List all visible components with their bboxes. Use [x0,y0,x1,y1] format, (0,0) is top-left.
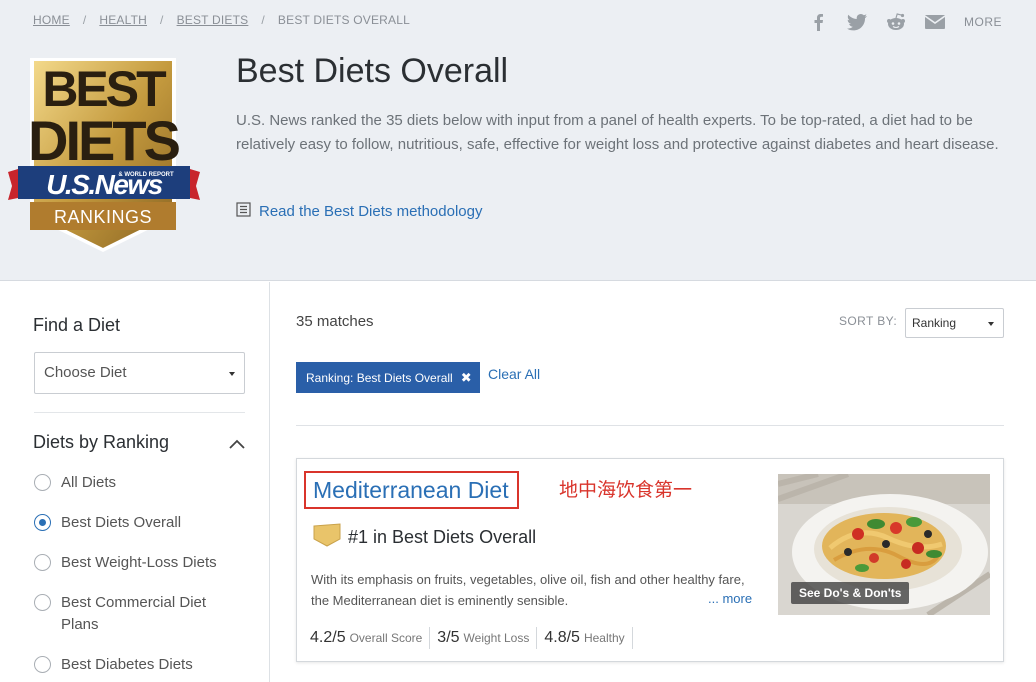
best-diets-badge: BEST DIETS U.S.News & WORLD REPORT RANKI… [8,56,200,256]
badge-diets-text: DIETS [28,109,180,172]
sort-by-label: SORT BY: [839,314,898,328]
methodology-link[interactable]: Read the Best Diets methodology [236,202,482,221]
ranking-option-label: Best Diets Overall [61,514,182,531]
choose-diet-select[interactable]: Choose Diet [34,352,245,394]
radio-button[interactable] [34,594,51,611]
score-value: 4.8/5 [544,629,580,646]
breadcrumb: HOME / HEALTH / BEST DIETS / BEST DIETS … [33,13,410,27]
choose-diet-value: Choose Diet [44,364,127,381]
score-value: 3/5 [437,629,460,646]
diet-rank: #1 in Best Diets Overall [313,523,536,552]
breadcrumb-current: BEST DIETS OVERALL [277,13,410,27]
score-label: Weight Loss [463,631,530,645]
more-link[interactable]: ... more [708,591,752,606]
rank-badge-icon [313,523,341,552]
methodology-link-label[interactable]: Read the Best Diets methodology [259,203,482,220]
ranking-section-title[interactable]: Diets by Ranking [33,432,169,453]
breadcrumb-health[interactable]: HEALTH [99,13,147,27]
page-header: HOME / HEALTH / BEST DIETS / BEST DIETS … [0,0,1036,281]
score-weight-loss: 3/5 Weight Loss [430,627,538,649]
caret-down-icon [229,372,235,376]
score-label: Healthy [583,631,625,645]
badge-rankings-text: RANKINGS [54,207,152,227]
ranking-option-label: All Diets [61,474,117,491]
sort-select[interactable]: Ranking [905,308,1004,338]
close-icon[interactable]: ✖ [461,370,472,386]
document-icon [236,202,251,221]
page-title: Best Diets Overall [236,52,509,90]
reddit-icon[interactable] [886,12,906,32]
radio-button-selected[interactable] [34,514,51,531]
ranking-options: All Diets Best Diets Overall Best Weight… [34,472,254,682]
breadcrumb-best-diets[interactable]: BEST DIETS [177,13,249,27]
badge-brand-sub: & WORLD REPORT [118,172,174,178]
results-count-number: 35 [296,313,313,330]
caret-down-icon [988,322,994,326]
email-icon[interactable] [925,12,945,32]
diet-rank-text: #1 in Best Diets Overall [348,527,537,547]
chevron-up-icon[interactable] [229,436,245,454]
results-count-suffix: matches [316,313,374,330]
breadcrumb-separator: / [261,13,265,27]
share-more-link[interactable]: MORE [964,15,1002,29]
sort-select-value: Ranking [912,316,957,330]
score-label: Overall Score [349,631,423,645]
radio-button[interactable] [34,474,51,491]
annotation-text: 地中海饮食第一 [559,480,693,501]
ranking-option-label: Best Diabetes Diets [61,656,193,673]
breadcrumb-home[interactable]: HOME [33,13,70,27]
facebook-icon[interactable] [808,12,828,32]
find-diet-title: Find a Diet [33,315,121,335]
score-row: 4.2/5 Overall Score 3/5 Weight Loss 4.8/… [303,627,633,649]
clear-all-link[interactable]: Clear All [488,366,540,382]
diet-description: With its emphasis on fruits, vegetables,… [311,572,745,608]
ranking-option-weight-loss[interactable]: Best Weight-Loss Diets [34,552,254,574]
twitter-icon[interactable] [847,12,867,32]
filter-chip-label: Ranking: Best Diets Overall [306,370,453,385]
ranking-option-diabetes[interactable]: Best Diabetes Diets [34,654,254,676]
divider [34,412,245,413]
score-overall: 4.2/5 Overall Score [303,627,431,649]
breadcrumb-separator: / [160,13,164,27]
breadcrumb-separator: / [82,13,87,27]
page-intro: U.S. News ranked the 35 diets below with… [236,112,999,153]
score-value: 4.2/5 [310,629,346,646]
score-healthy: 4.8/5 Healthy [537,627,633,649]
diet-photo[interactable]: See Do's & Don'ts [778,474,990,615]
sidebar: Find a Diet Choose Diet Diets by Ranking… [0,282,270,682]
ranking-option-label: Best Commercial Diet Plans [61,594,207,633]
radio-button[interactable] [34,554,51,571]
see-dos-donts-button[interactable]: See Do's & Don'ts [791,582,910,604]
active-filter-chip[interactable]: Ranking: Best Diets Overall ✖ [296,362,480,393]
diet-card: Mediterranean Diet 地中海饮食第一 #1 in Best Di… [296,458,1004,662]
ranking-option-label: Best Weight-Loss Diets [61,554,217,571]
results-count: 35 matches [296,313,374,330]
share-bar: MORE [808,12,1002,32]
diet-name-link[interactable]: Mediterranean Diet [304,471,519,509]
ranking-option-all-diets[interactable]: All Diets [34,472,254,494]
radio-button[interactable] [34,656,51,673]
divider [296,425,1004,426]
ranking-option-commercial-plans[interactable]: Best Commercial Diet Plans [34,592,234,636]
ranking-option-best-diets-overall[interactable]: Best Diets Overall [34,512,254,534]
